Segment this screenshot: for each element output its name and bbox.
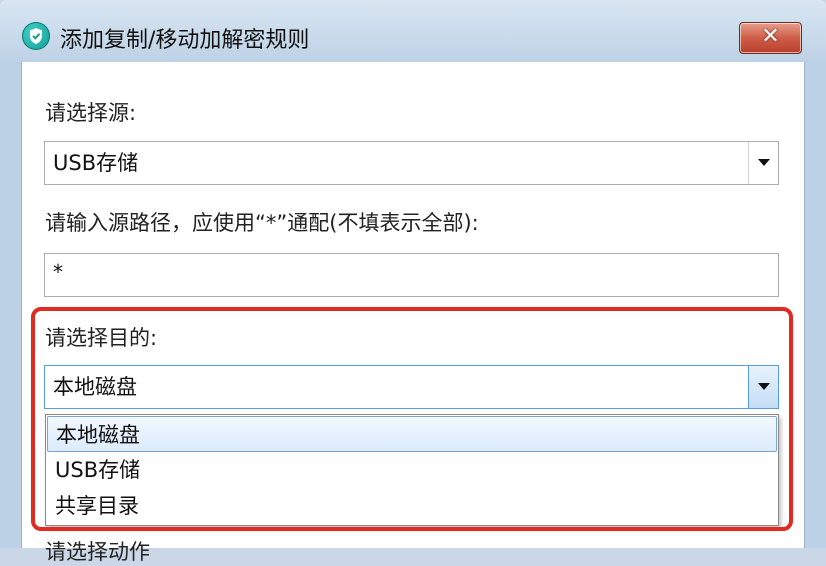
shield-check-icon (22, 22, 50, 50)
source-select[interactable]: USB存储 (44, 141, 779, 185)
chevron-down-icon (758, 159, 770, 166)
highlight-annotation (31, 307, 793, 531)
source-path-input[interactable]: * (44, 253, 779, 297)
path-label: 请输入源路径，应使用“*”通配(不填表示全部): (45, 211, 479, 235)
close-icon: ✕ (761, 24, 780, 49)
title-bar[interactable]: 添加复制/移动加解密规则 ✕ (0, 0, 826, 62)
dialog-window: 添加复制/移动加解密规则 ✕ 请选择源: USB存储 请输入源路径，应使用“*”… (0, 0, 826, 564)
window-title: 添加复制/移动加解密规则 (60, 28, 310, 53)
close-button[interactable]: ✕ (739, 22, 802, 54)
action-label-partial: 请选择动作 (45, 540, 150, 564)
source-label: 请选择源: (45, 101, 137, 125)
source-dropdown-button[interactable] (748, 142, 778, 184)
source-select-value: USB存储 (53, 151, 139, 175)
source-path-value: * (53, 260, 63, 284)
